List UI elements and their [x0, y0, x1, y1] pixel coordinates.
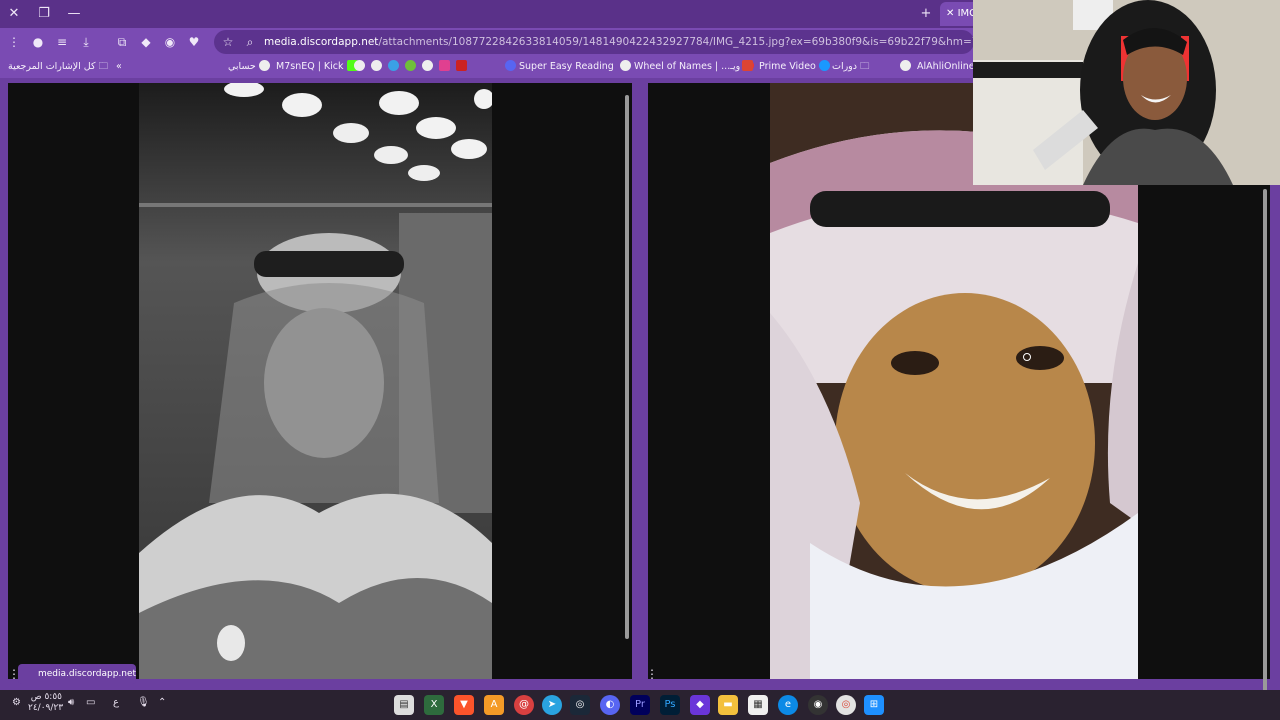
store-icon[interactable]: ▦ — [748, 695, 768, 715]
globe-icon[interactable] — [371, 60, 383, 71]
cursor-icon — [1023, 353, 1031, 361]
star-icon[interactable]: ☆ — [218, 32, 238, 52]
status-bubble: media.discordapp.net ⊘ — [18, 664, 136, 699]
photo-grayscale-portrait — [139, 83, 492, 679]
edge-icon[interactable] — [388, 60, 400, 71]
language-indicator[interactable]: ع — [113, 697, 119, 708]
bookmark-item[interactable]: Super Easy Reading — [505, 59, 614, 75]
battery-icon[interactable]: ▭ — [86, 697, 95, 708]
excel-icon[interactable]: X — [424, 695, 444, 715]
photoshop-icon[interactable]: Ps — [660, 695, 680, 715]
globe-icon — [900, 60, 911, 71]
clock[interactable]: ٥:٥٥ ص ٢٤/٠٩/٢٣ — [28, 692, 64, 714]
bookmark-item[interactable]: Prime Video — [742, 59, 833, 75]
globe-icon — [620, 60, 631, 71]
acrobat-icon[interactable] — [456, 60, 468, 71]
steam-icon[interactable]: ◎ — [570, 695, 590, 715]
edge-icon[interactable]: e — [778, 695, 798, 715]
search-icon: ⌕ — [246, 35, 254, 49]
scrollbar-left[interactable] — [622, 83, 632, 679]
extension-heart-icon[interactable]: ♥ — [184, 32, 204, 52]
url-text[interactable]: media.discordapp.net/attachments/1087722… — [264, 30, 974, 54]
premiere-icon[interactable]: Pr — [630, 695, 650, 715]
extension-eye-icon[interactable]: ◉ — [160, 32, 180, 52]
restore-icon[interactable]: ❐ — [34, 4, 54, 24]
notepad-icon[interactable]: ▤ — [394, 695, 414, 715]
folder-icon: 🗀 — [860, 61, 870, 72]
bookmark-item[interactable]: M7snEQ | Kick — [276, 59, 361, 75]
reading-icon — [505, 60, 516, 71]
file-explorer-icon[interactable]: ▬ — [718, 695, 738, 715]
media-icon[interactable]: ≡ — [52, 32, 72, 52]
telegram-icon[interactable]: ➤ — [542, 695, 562, 715]
scrollbar-thumb[interactable] — [625, 95, 629, 639]
discord-icon[interactable]: ◐ — [600, 695, 620, 715]
menu-dots-icon[interactable]: ⋮ — [4, 32, 24, 52]
prime-video-icon — [818, 60, 830, 71]
obs-icon[interactable]: ◉ — [808, 695, 828, 715]
minimize-icon[interactable]: — — [64, 4, 84, 24]
extension-diamond-icon[interactable]: ◆ — [136, 32, 156, 52]
brave-icon[interactable]: ▼ — [454, 695, 474, 715]
app-a-icon[interactable]: A — [484, 695, 504, 715]
network-icon[interactable]: ⚙ — [12, 697, 21, 708]
app-purple-icon[interactable]: ◆ — [690, 695, 710, 715]
folder-icon: 🗀 — [98, 61, 109, 72]
bookmark-item[interactable]: AlAhliOnline — [900, 59, 975, 75]
download-app-icon[interactable] — [405, 60, 417, 71]
bookmarks-overflow-icon[interactable]: « — [116, 59, 122, 75]
globe-icon — [258, 60, 270, 71]
download-icon[interactable]: ⤓ — [76, 32, 96, 52]
extension-icon[interactable]: ● — [28, 32, 48, 52]
bookmark-item[interactable]: دورات 🗀 — [832, 59, 870, 75]
app-icon[interactable] — [439, 60, 451, 71]
extensions-puzzle-icon[interactable]: ⧉ — [112, 32, 132, 52]
scrollbar-thumb[interactable] — [1263, 189, 1267, 699]
taskbar: ⚙ ٥:٥٥ ص ٢٤/٠٩/٢٣ 🔊︎ ▭ ع 🎙︎ ⌃ ▤ X ▼ A @ … — [0, 690, 1280, 720]
url-path: /attachments/1087722842633814059/1481490… — [378, 36, 974, 48]
clock-time: ٥:٥٥ ص — [30, 692, 62, 702]
webcam-overlay — [973, 0, 1280, 185]
microphone-icon[interactable]: 🎙︎ — [137, 697, 150, 708]
tab-close-icon[interactable]: ✕ — [946, 8, 958, 19]
clock-date: ٢٤/٠٩/٢٣ — [28, 703, 64, 713]
menu-dots-icon[interactable]: ⋮ — [642, 664, 662, 684]
bookmark-item[interactable]: حسابي — [228, 59, 273, 75]
app-icon — [742, 60, 753, 71]
address-bar[interactable]: ☆ ⌕ media.discordapp.net/attachments/108… — [214, 30, 974, 54]
bookmark-icon-row — [354, 59, 470, 75]
app-red-icon[interactable]: @ — [514, 695, 534, 715]
globe-icon[interactable] — [422, 60, 434, 71]
image-viewer-left — [8, 83, 622, 679]
bookmark-item[interactable]: Wheel of Names | ...ويـ — [620, 59, 757, 75]
chevron-up-icon[interactable]: ⌃ — [158, 697, 166, 708]
volume-icon[interactable]: 🔊︎ — [68, 697, 74, 708]
url-host: media.discordapp.net — [264, 36, 379, 48]
chrome-icon[interactable]: ◎ — [836, 695, 856, 715]
close-icon[interactable]: ✕ — [4, 4, 24, 24]
globe-icon[interactable] — [354, 60, 365, 71]
windows-start-icon[interactable]: ⊞ — [864, 695, 884, 715]
new-tab-icon[interactable]: + — [916, 4, 936, 24]
all-bookmarks[interactable]: كل الإشارات المرجعية 🗀 — [8, 59, 108, 75]
